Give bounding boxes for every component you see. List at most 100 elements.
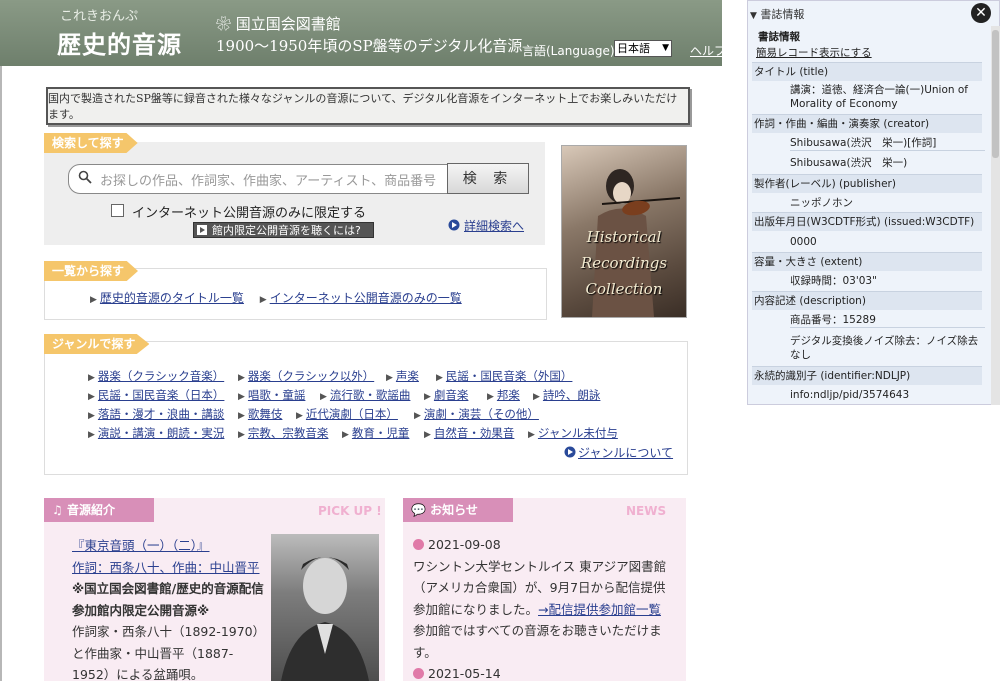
genre-link[interactable]: 演説・講演・朗読・実況 [98, 426, 225, 440]
language-select[interactable]: 日本語 ▼ [614, 40, 672, 57]
field-value: Shibusawa(渋沢 栄一)[作詞] [790, 136, 985, 151]
triangle-bullet-icon: ▶ [238, 430, 245, 440]
photo-caption: Historical Recordings Collection [580, 228, 668, 298]
news-text: 2021-09-08 ワシントン大学セントルイス 東アジア図書館（アメリカ合衆国… [413, 534, 675, 685]
genre-link[interactable]: 宗教、宗教音楽 [248, 426, 329, 440]
page-left-border [0, 66, 2, 681]
triangle-bullet-icon: ▶ [90, 295, 97, 305]
triangle-bullet-icon: ▶ [88, 411, 95, 421]
pickup-text: 『東京音頭（一）（二）』 作詞：西条八十、作曲：中山晋平 ※国立国会図書館/歴史… [72, 535, 270, 686]
pickup-credit-link[interactable]: 作詞：西条八十、作曲：中山晋平 [72, 557, 270, 579]
field-label: 永続的識別子 (identifier:NDLJP) [754, 370, 911, 382]
composer-photo [271, 534, 379, 681]
panel-header-label: 書誌情報 [760, 8, 805, 21]
pickup-title-link[interactable]: 『東京音頭（一）（二）』 [72, 535, 270, 557]
genre-link[interactable]: 演劇・演芸（その他） [424, 407, 539, 421]
site-subtitle: 1900～1950年頃のSP盤等のデジタル化音源 [216, 37, 523, 55]
genre-section-tag: ジャンルで探す [44, 334, 150, 354]
arrow-circle-icon [564, 446, 576, 458]
field-value: 0000 [790, 236, 817, 248]
list-links: ▶ 歴史的音源のタイトル一覧 ▶ インターネット公開音源のみの一覧 [90, 289, 474, 306]
field-label: 出版年月日(W3CDTF形式) (issued:W3CDTF) [754, 216, 975, 228]
field-value: ニッポノホン [790, 197, 853, 209]
triangle-bullet-icon: ▶ [238, 392, 245, 402]
field-value: 講演：道徳、経済合一論(一)Union of Morality of Econo… [790, 84, 968, 110]
triangle-bullet-icon: ▶ [238, 411, 245, 421]
advanced-search-link[interactable]: 詳細検索へ [464, 217, 524, 234]
bullet-dot-icon [413, 668, 424, 679]
onsite-listening-button[interactable]: 館内限定公開音源を聴くには? [193, 222, 374, 238]
internet-only-checkbox[interactable] [111, 204, 124, 217]
genre-link[interactable]: 自然音・効果音 [434, 426, 515, 440]
genre-link[interactable]: ジャンル未付与 [538, 426, 618, 440]
triangle-bullet-icon: ▶ [487, 392, 494, 402]
genre-link[interactable]: 声楽 [396, 369, 419, 383]
genre-about-link[interactable]: ジャンルについて [578, 444, 673, 461]
genre-link[interactable]: 器楽（クラシック以外） [248, 369, 374, 383]
participating-libraries-link[interactable]: →配信提供参加館一覧 [538, 602, 661, 617]
genre-link[interactable]: 教育・児童 [352, 426, 410, 440]
logo-caption: これきおんぷ [60, 9, 139, 24]
panel-scrollbar-thumb[interactable] [992, 30, 999, 158]
field-value: 商品番号：15289 [790, 313, 985, 328]
help-link[interactable]: ヘルプ [690, 42, 726, 59]
genre-link[interactable]: 唱歌・童謡 [248, 388, 306, 402]
field-label: タイトル (title) [754, 66, 829, 78]
speech-bubble-icon: 💬 [411, 503, 426, 517]
pickup-body: 作詞家・西条八十（1892-1970）と作曲家・中山晋平（1887-1952）に… [72, 624, 266, 682]
internet-list-link[interactable]: インターネット公開音源のみの一覧 [270, 291, 462, 305]
genre-link[interactable]: 器楽（クラシック音楽） [98, 369, 224, 383]
panel-header[interactable]: ▼ 書誌情報 [750, 6, 804, 22]
title-list-link[interactable]: 歴史的音源のタイトル一覧 [100, 291, 244, 305]
pickup-en-label: PICK UP ! [318, 504, 382, 518]
arrow-right-icon [197, 225, 207, 235]
news-tag-label: お知らせ [430, 503, 478, 517]
genre-link[interactable]: 邦楽 [497, 388, 520, 402]
triangle-bullet-icon: ▶ [296, 411, 303, 421]
genre-link[interactable]: 歌舞伎 [248, 407, 283, 421]
genre-link[interactable]: 詩吟、朗詠 [543, 388, 601, 402]
pickup-tag-label: 音源紹介 [66, 503, 115, 517]
field-label: 作詞・作曲・編曲・演奏家 (creator) [754, 118, 930, 130]
genre-link[interactable]: 民謡・国民音楽（外国） [446, 369, 573, 383]
triangle-bullet-icon: ▶ [533, 392, 540, 402]
site-logo[interactable]: 歴史的音源 [57, 25, 182, 60]
genre-link[interactable]: 落語・漫才・浪曲・講談 [98, 407, 225, 421]
genre-link[interactable]: 流行歌・歌謡曲 [330, 388, 411, 402]
search-section-tag: 検索して探す [44, 133, 138, 153]
arrow-circle-icon [448, 219, 460, 231]
search-button[interactable]: 検 索 [447, 163, 529, 194]
genre-link[interactable]: 民謡・国民音楽（日本） [98, 388, 225, 402]
news-date: 2021-05-14 [428, 666, 501, 681]
field-value: info:ndljp/pid/3574643 [790, 389, 910, 401]
internet-only-label[interactable]: インターネット公開音源のみに限定する [132, 202, 366, 221]
field-value: Shibusawa(渋沢 栄一) [790, 157, 908, 169]
news-date: 2021-09-08 [428, 537, 501, 552]
triangle-bullet-icon: ▶ [88, 430, 95, 440]
triangle-bullet-icon: ▶ [436, 373, 443, 383]
panel-section-title: 書誌情報 [758, 31, 800, 43]
ndl-name: ❀ 国立国会図書館 [216, 15, 341, 33]
historical-recordings-image[interactable]: Historical Recordings Collection [561, 145, 687, 318]
pickup-tag: ♫ 音源紹介 [44, 498, 154, 522]
field-value: 収録時間：03'03" [790, 275, 877, 287]
simple-record-link[interactable]: 簡易レコード表示にする [756, 45, 872, 60]
triangle-bullet-icon: ▶ [259, 295, 267, 305]
music-note-icon: ♫ [52, 503, 63, 517]
intro-banner: 国内で製造されたSP盤等に録音された様々なジャンルの音源について、デジタル化音源… [46, 87, 690, 125]
search-placeholder: お探しの作品、作詞家、作曲家、アーティスト、商品番号 [100, 174, 437, 189]
close-icon[interactable]: ✕ [971, 3, 991, 23]
genre-link[interactable]: 近代演劇（日本） [306, 407, 398, 421]
field-label: 製作者(レーベル) (publisher) [754, 178, 896, 190]
language-label: 言語(Language): [522, 44, 619, 58]
genre-link[interactable]: 劇音楽 [434, 388, 469, 402]
triangle-bullet-icon: ▶ [88, 373, 95, 383]
portrait-illustration [281, 557, 369, 681]
list-section-tag: 一覧から探す [44, 261, 139, 281]
triangle-bullet-icon: ▶ [88, 392, 95, 402]
triangle-bullet-icon: ▶ [414, 411, 421, 421]
triangle-bullet-icon: ▶ [342, 430, 349, 440]
chevron-down-icon: ▼ [662, 43, 669, 53]
search-icon [78, 170, 92, 184]
news-en-label: NEWS [626, 504, 667, 518]
